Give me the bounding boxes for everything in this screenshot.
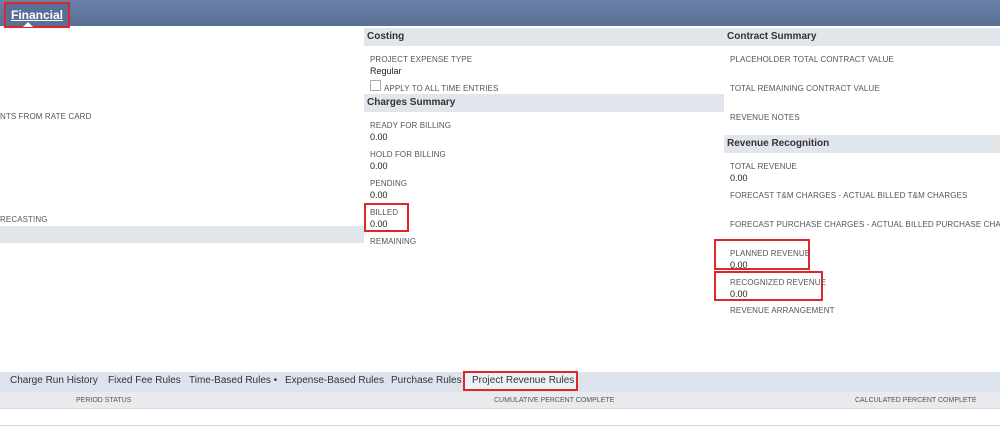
subtab-project-revenue-rules[interactable]: Project Revenue Rules [472,375,574,386]
ready-for-billing-value: 0.00 [370,132,388,142]
project-expense-type-label: PROJECT EXPENSE TYPE [370,55,473,64]
subtab-purchase-rules[interactable]: Purchase Rules [391,375,462,386]
column-header-cumulative-percent-complete[interactable]: CUMULATIVE PERCENT COMPLETE [494,397,614,404]
active-tab-caret-icon [23,22,33,27]
column-header-period-status[interactable]: PERIOD STATUS [76,397,131,404]
revenue-arrangement-label: REVENUE ARRANGEMENT [730,306,835,315]
forecasting-label: RECASTING [0,215,48,224]
hold-for-billing-label: HOLD FOR BILLING [370,150,446,159]
planned-revenue-value: 0.00 [730,260,748,270]
remaining-label: REMAINING [370,237,417,246]
table-bottom-divider [0,425,1000,426]
recognized-revenue-label: RECOGNIZED REVENUE [730,278,827,287]
project-expense-type-value[interactable]: Regular [370,66,402,76]
apply-to-all-time-entries-checkbox[interactable] [370,80,381,91]
billed-value: 0.00 [370,219,388,229]
costing-header: Costing [364,28,724,46]
tab-financial[interactable]: Financial [4,2,71,28]
contract-summary-header: Contract Summary [724,28,1000,46]
placeholder-total-contract-value-label: PLACEHOLDER TOTAL CONTRACT VALUE [730,55,894,64]
subtab-charge-run-history[interactable]: Charge Run History [10,375,98,386]
planned-revenue-label: PLANNED REVENUE [730,249,811,258]
pending-value: 0.00 [370,190,388,200]
forecast-tm-charges-label: FORECAST T&M CHARGES - ACTUAL BILLED T&M… [730,191,968,200]
top-tab-bar [0,0,1000,26]
rate-card-label: NTS FROM RATE CARD [0,112,92,121]
left-section-bar [0,226,364,243]
total-remaining-contract-value-label: TOTAL REMAINING CONTRACT VALUE [730,84,880,93]
total-revenue-value: 0.00 [730,173,748,183]
forecast-purchase-charges-label: FORECAST PURCHASE CHARGES - ACTUAL BILLE… [730,220,1000,229]
billed-label: BILLED [370,208,399,217]
charges-summary-header: Charges Summary [364,94,724,112]
total-revenue-label: TOTAL REVENUE [730,162,797,171]
recognized-revenue-value: 0.00 [730,289,748,299]
revenue-notes-label: REVENUE NOTES [730,113,800,122]
subtab-fixed-fee-rules[interactable]: Fixed Fee Rules [108,375,181,386]
hold-for-billing-value: 0.00 [370,161,388,171]
pending-label: PENDING [370,179,408,188]
apply-to-all-time-entries-label: APPLY TO ALL TIME ENTRIES [384,84,499,93]
revenue-recognition-header: Revenue Recognition [724,135,1000,153]
subtab-expense-based-rules[interactable]: Expense-Based Rules [285,375,384,386]
column-header-calculated-percent-complete[interactable]: CALCULATED PERCENT COMPLETE [855,397,977,404]
ready-for-billing-label: READY FOR BILLING [370,121,452,130]
subtab-time-based-rules[interactable]: Time-Based Rules • [189,375,277,386]
